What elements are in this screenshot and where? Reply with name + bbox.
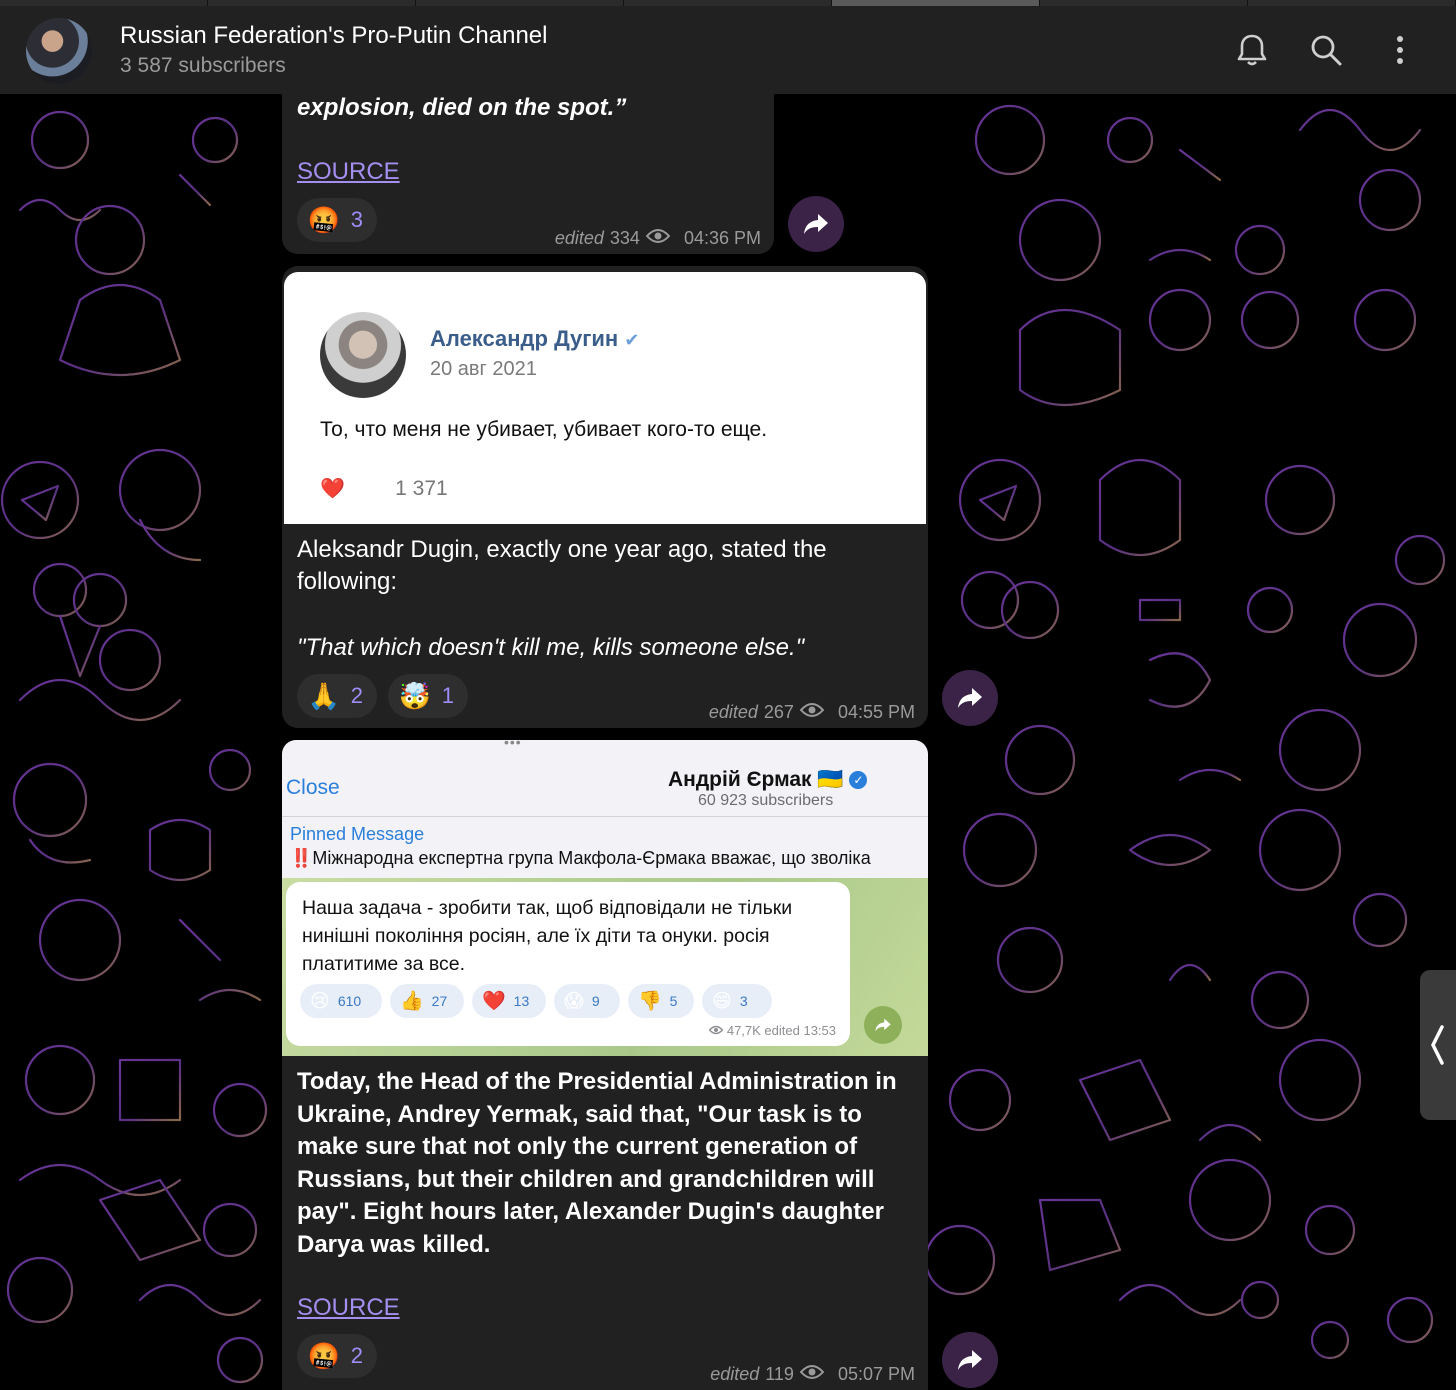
source-link[interactable]: SOURCE (297, 158, 400, 186)
eye-icon (645, 228, 671, 249)
grin-emoji-icon: 😄 (712, 990, 732, 1012)
post-date: 20 авг 2021 (430, 358, 537, 380)
reaction-chip: 😱 9 (554, 984, 620, 1018)
quoted-message-text: Наша задача - зробити так, щоб відповіда… (302, 897, 793, 975)
message-time: 04:36 PM (683, 228, 761, 248)
ukraine-flag-icon: 🇺🇦 (817, 768, 844, 791)
message-meta: edited 267 04:55 PM (709, 702, 915, 723)
pray-emoji-icon: 🙏 (307, 680, 341, 711)
divider (282, 816, 928, 817)
channel-header[interactable]: Russian Federation's Pro-Putin Channel 3… (0, 6, 1456, 94)
reaction-chip: 👍 27 (390, 984, 464, 1018)
verified-badge-icon: ✓ (849, 771, 868, 790)
share-button[interactable] (942, 670, 998, 726)
share-button[interactable] (788, 196, 844, 252)
source-link[interactable]: SOURCE (297, 1294, 400, 1322)
author-avatar (320, 312, 406, 398)
eye-icon (799, 702, 825, 723)
message-text: explosion, died on the spot.” (297, 94, 627, 121)
yermak-channel-name: Андрій Єрмак 🇺🇦 ✓ (668, 768, 868, 792)
reaction-count: 1 (441, 683, 454, 708)
channel-title[interactable]: Russian Federation's Pro-Putin Channel (120, 22, 547, 50)
subscriber-count: 3 587 subscribers (120, 54, 286, 77)
forward-arrow-icon (958, 1350, 982, 1370)
message-quote: "That which doesn't kill me, kills someo… (297, 634, 805, 661)
heart-emoji-icon: ❤️ (482, 991, 506, 1012)
view-count: 119 (765, 1364, 794, 1384)
message-bubble: explosion, died on the spot.” SOURCE 🤬 3… (282, 94, 774, 254)
search-icon[interactable] (1306, 30, 1346, 70)
message-meta: edited 119 05:07 PM (710, 1364, 915, 1385)
edited-label: edited (554, 228, 604, 248)
reaction-count: 2 (350, 1343, 363, 1368)
drag-handle-icon: ••• (504, 740, 522, 750)
eye-icon (799, 1364, 825, 1385)
quoted-message: Наша задача - зробити так, щоб відповіда… (286, 882, 850, 1046)
bell-icon[interactable] (1232, 30, 1272, 70)
quoted-share-icon (864, 1006, 902, 1044)
reaction-count: 2 (350, 683, 363, 708)
scream-emoji-icon: 😱 (564, 990, 584, 1012)
pinned-text: ‼️Міжнародна експертна група Макфола-Єрм… (290, 848, 871, 868)
share-button[interactable] (942, 1332, 998, 1388)
reaction-chip: ❤️ 13 (472, 984, 546, 1018)
side-panel-toggle[interactable] (1420, 970, 1456, 1120)
reaction-chip[interactable]: 🤬 2 (297, 1334, 377, 1378)
view-count: 267 (763, 702, 794, 722)
reaction-total: 1 371 (395, 476, 448, 500)
angry-emoji-icon: 🤬 (307, 1340, 341, 1371)
laughing-emoji-icon: 😂 (361, 478, 386, 500)
message-meta: edited 334 04:36 PM (555, 228, 761, 249)
reaction-chip: 👎 5 (628, 984, 694, 1018)
view-count: 334 (609, 228, 640, 248)
channel-subscribers: 60 923 subscribers (698, 792, 834, 809)
pinned-label: Pinned Message (290, 824, 425, 844)
angry-emoji-icon: 🤬 (307, 204, 341, 235)
quoted-text: То, что меня не убивает, убивает кого-то… (320, 418, 768, 441)
eye-icon (708, 1023, 724, 1038)
chevron-left-icon (1431, 1025, 1444, 1065)
message-time: 05:07 PM (837, 1364, 915, 1384)
reaction-chip[interactable]: 🤯 1 (388, 674, 468, 718)
channel-avatar[interactable] (26, 18, 92, 84)
more-vert-icon[interactable] (1380, 30, 1420, 70)
surprised-emoji-icon: 😮 (342, 478, 364, 500)
edited-label: edited (710, 1364, 760, 1384)
close-button[interactable]: Close (286, 776, 340, 800)
crying-emoji-icon: 😢 (310, 990, 330, 1012)
reaction-chip: 😢 610 (300, 984, 382, 1018)
quoted-meta: 47,7K edited 13:53 (708, 1023, 836, 1038)
thumbs-up-emoji-icon: 👍 (400, 991, 424, 1012)
heart-emoji-icon: ❤️ (320, 478, 345, 500)
reaction-count: 3 (350, 207, 363, 232)
message-text: Aleksandr Dugin, exactly one year ago, s… (297, 536, 827, 595)
edited-label: edited (708, 702, 758, 722)
message-bubble: Александр Дугин ✔ 20 авг 2021 То, что ме… (282, 266, 928, 728)
reaction-chip[interactable]: 🙏 2 (297, 674, 377, 718)
message-text: Today, the Head of the Presidential Admi… (297, 1068, 897, 1258)
author-name: Александр Дугин ✔ (430, 326, 640, 351)
reaction-chip: 😄 3 (702, 984, 772, 1018)
quoted-post-screenshot[interactable]: Александр Дугин ✔ 20 авг 2021 То, что ме… (284, 272, 926, 524)
verified-check-icon: ✔ (624, 330, 640, 350)
forward-arrow-icon (958, 688, 982, 708)
message-bubble: ••• Close Андрій Єрмак 🇺🇦 ✓ 60 923 subsc… (282, 740, 928, 1390)
mind-blown-emoji-icon: 🤯 (398, 680, 432, 711)
quoted-reactions: ❤️ 😮 😂 1 371 (320, 476, 448, 501)
thumbs-down-emoji-icon: 👎 (638, 991, 662, 1012)
reaction-chip[interactable]: 🤬 3 (297, 198, 377, 242)
forward-arrow-icon (804, 214, 828, 234)
message-time: 04:55 PM (837, 702, 915, 722)
quoted-channel-screenshot[interactable]: ••• Close Андрій Єрмак 🇺🇦 ✓ 60 923 subsc… (282, 740, 928, 1056)
